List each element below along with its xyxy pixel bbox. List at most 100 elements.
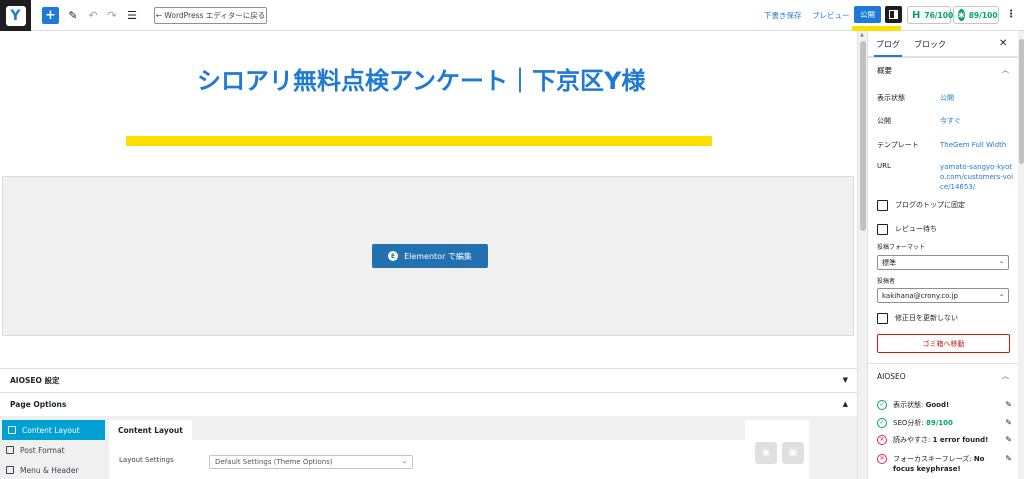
row-key: テンプレート: [877, 141, 919, 149]
checkbox[interactable]: [877, 199, 888, 211]
list-view-icon: ☰: [127, 9, 137, 22]
publish-date-link[interactable]: 今すぐ: [940, 116, 1015, 126]
panel-tabbar: [109, 420, 745, 440]
elementor-icon: E: [388, 251, 399, 261]
checkbox[interactable]: [877, 312, 888, 324]
tab-post[interactable]: ブログ: [874, 31, 902, 57]
format-icon: [6, 446, 14, 454]
author-value: kakihana@crony.co.jp: [882, 291, 958, 300]
sidebar-icon: [889, 10, 898, 19]
edit-tool-button[interactable]: ✎: [66, 7, 80, 24]
headline-analyzer-icon: H: [912, 9, 921, 21]
panel-tab-content-layout[interactable]: Content Layout: [109, 420, 192, 440]
aioseo-icon: ✱: [958, 9, 965, 21]
layout-settings-label: Layout Settings: [119, 456, 174, 464]
post-format-select[interactable]: 標準 ⌄: [877, 255, 1009, 270]
seo-score: 89/100: [968, 10, 998, 20]
aioseo-row-text: SEO分析: 89/100: [893, 419, 953, 427]
chevron-down-icon: ⌄: [998, 291, 1004, 298]
sticky-checkbox[interactable]: ブログのトップに固定: [877, 199, 1017, 211]
tab-block[interactable]: ブロック: [914, 31, 946, 57]
tab-content-layout[interactable]: Content Layout: [2, 420, 105, 440]
aioseo-seo-row: ✓ SEO分析: 89/100 ✎: [877, 418, 1012, 428]
author-select[interactable]: kakihana@crony.co.jp ⌄: [877, 288, 1009, 303]
chevron-down-icon: ⌄: [401, 458, 407, 465]
page-options-label: Page Options: [10, 400, 67, 409]
layout-settings-select[interactable]: Default Settings (Theme Options) ⌄: [209, 455, 413, 469]
caret-down-icon[interactable]: ▼: [843, 376, 848, 384]
edit-with-elementor-button[interactable]: E Elementor で編集: [372, 244, 488, 268]
tab-label: Content Layout: [22, 425, 80, 435]
pending-label: レビュー待ち: [895, 225, 937, 233]
chevron-down-icon: ⌄: [998, 258, 1004, 265]
check-circle-icon: ✓: [877, 400, 887, 410]
headline-score: 76/100: [924, 10, 954, 20]
scrollbar-thumb[interactable]: [860, 41, 866, 231]
url-link[interactable]: yamato-sangyo-kyoto.com/customers-voice/…: [940, 162, 1015, 192]
row-key: 表示状態: [877, 94, 905, 102]
canvas-scrollbar[interactable]: ▲: [857, 31, 867, 479]
pencil-icon[interactable]: ✎: [1005, 418, 1012, 428]
aioseo-panel-header[interactable]: AIOSEO ︿: [868, 363, 1018, 389]
save-draft-button[interactable]: 下書き保存: [764, 10, 802, 21]
undo-icon: ↶: [88, 9, 98, 22]
aioseo-readability-row: ✕ 読みやすさ: 1 error found! ✎: [877, 435, 1012, 445]
aioseo-row-text: 読みやすさ: 1 error found!: [893, 436, 989, 444]
aioseo-row-text: 表示状態: Good!: [893, 401, 950, 409]
add-block-button[interactable]: +: [42, 7, 59, 24]
pencil-icon[interactable]: ✎: [1005, 454, 1012, 464]
chevron-up-icon: ︿: [1002, 66, 1009, 74]
pencil-icon[interactable]: ✎: [1005, 435, 1012, 445]
chevron-up-icon: ︿: [1002, 372, 1009, 380]
check-circle-icon: ✓: [877, 418, 887, 428]
sticky-label: ブログのトップに固定: [895, 201, 965, 209]
preview-button[interactable]: プレビュー: [812, 10, 850, 21]
tab-post-format[interactable]: Post Format: [0, 440, 105, 460]
pending-review-checkbox[interactable]: レビュー待ち: [877, 223, 1017, 235]
settings-toggle-button[interactable]: [885, 6, 902, 23]
error-circle-icon: ✕: [877, 454, 887, 464]
plus-icon: +: [45, 8, 56, 23]
site-logo-button[interactable]: Y: [0, 0, 31, 31]
summary-title: 概要: [877, 66, 892, 75]
pencil-icon[interactable]: ✎: [1005, 400, 1012, 410]
move-to-trash-button[interactable]: ゴミ箱へ移動: [877, 334, 1010, 353]
save-icon: ▣: [788, 448, 798, 458]
checkbox[interactable]: [877, 223, 888, 235]
caret-up-icon[interactable]: ▲: [843, 400, 848, 408]
undo-button[interactable]: ↶: [86, 7, 100, 24]
aioseo-settings-metabox[interactable]: AIOSEO 設定 ▼: [0, 368, 857, 392]
no-modify-date-checkbox[interactable]: 修正日を更新しない: [877, 312, 1017, 324]
back-to-wordpress-editor-button[interactable]: ← WordPress エディターに戻る: [154, 7, 267, 24]
headline-score-button[interactable]: H 76/100: [907, 6, 954, 24]
visibility-link[interactable]: 公開: [940, 93, 1015, 103]
title-highlight-bar: [126, 136, 712, 146]
nomodify-label: 修正日を更新しない: [895, 314, 958, 322]
eye-icon: ◉: [762, 448, 770, 458]
save-option-button[interactable]: ▣: [782, 442, 804, 464]
summary-panel-header[interactable]: 概要 ︿: [868, 57, 1018, 83]
page-options-metabox[interactable]: Page Options ▲: [0, 392, 857, 416]
publish-button[interactable]: 公開: [854, 6, 881, 23]
close-icon[interactable]: ✕: [999, 38, 1007, 49]
scroll-up-icon[interactable]: ▲: [860, 32, 864, 38]
scrollbar-thumb[interactable]: [1019, 39, 1024, 164]
layout-settings-value: Default Settings (Theme Options): [215, 458, 333, 466]
post-format-label: 投稿フォーマット: [877, 244, 926, 251]
layout-icon: [8, 426, 16, 434]
tab-menu-header[interactable]: Menu & Header: [0, 460, 105, 479]
redo-button[interactable]: ↷: [105, 7, 119, 24]
list-view-button[interactable]: ☰: [125, 7, 139, 24]
tab-label: Menu & Header: [20, 465, 79, 475]
post-title[interactable]: シロアリ無料点検アンケート｜下京区Y様: [197, 66, 667, 97]
sidebar-scrollbar[interactable]: [1018, 31, 1024, 479]
seo-score-button[interactable]: ✱ 89/100: [953, 6, 999, 24]
preview-option-button[interactable]: ◉: [755, 442, 777, 464]
aioseo-row-text: フォーカスキーフレーズ: No focus keyphrase!: [893, 455, 985, 473]
content-layout-panel: Content Layout Layout Settings Default S…: [109, 420, 809, 479]
editor-window: { "topbar": { "logo_letter": "Y", "add_i…: [0, 0, 1024, 479]
redo-icon: ↷: [107, 9, 117, 22]
options-menu-button[interactable]: ⋮: [1006, 9, 1016, 20]
sidebar-tabs: ブログ ブロック ✕: [868, 31, 1018, 57]
template-link[interactable]: TheGem Full Width: [940, 140, 1015, 150]
